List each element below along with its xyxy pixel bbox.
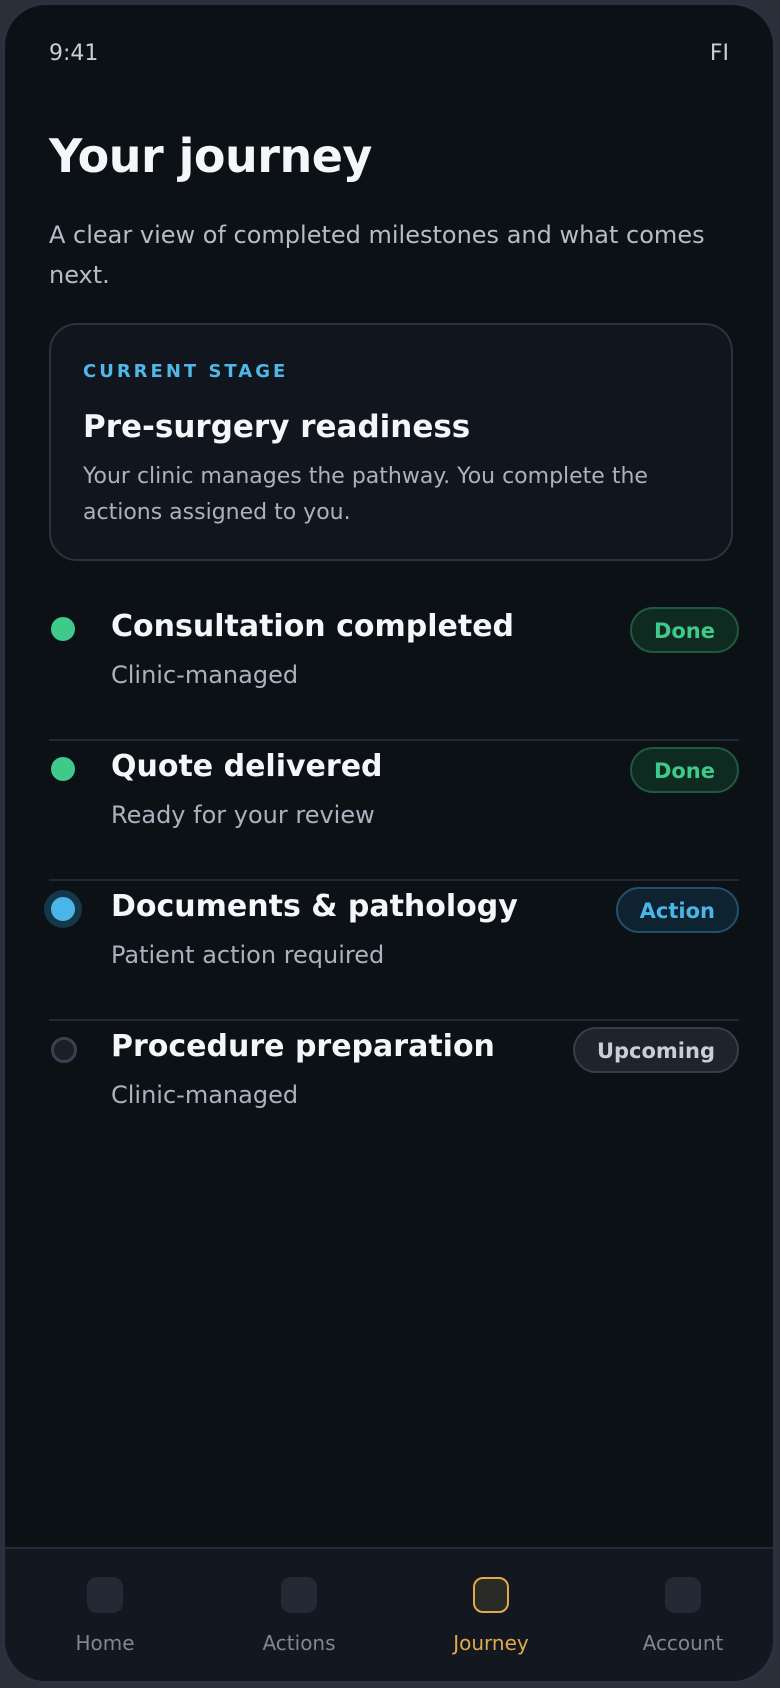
milestone-consultation[interactable]: Consultation completed Clinic-managed Do… [49,601,739,741]
status-time: 9:41 [49,41,99,66]
milestone-title: Procedure preparation [111,1029,495,1064]
status-badge: Upcoming [572,1027,739,1073]
status-dot-done-icon [51,757,75,781]
nav-item-account[interactable]: Account [603,1577,763,1673]
nav-item-actions[interactable]: Actions [219,1577,379,1673]
actions-icon [281,1577,317,1613]
milestone-subtitle: Clinic-managed [111,1081,299,1109]
milestone-subtitle: Clinic-managed [111,661,299,689]
nav-item-home[interactable]: Home [25,1577,185,1673]
journey-icon [473,1577,509,1613]
status-badge[interactable]: Action [615,887,739,933]
bottom-nav: Home Actions Journey Account [5,1547,773,1681]
status-dot-action-icon [51,897,75,921]
milestone-subtitle: Ready for your review [111,801,375,829]
nav-label: Journey [453,1631,529,1655]
current-stage-description: Your clinic manages the pathway. You com… [83,464,648,525]
milestone-documents[interactable]: Documents & pathology Patient action req… [49,881,739,1021]
page-subtitle: A clear view of completed milestones and… [49,221,705,289]
milestone-list: Consultation completed Clinic-managed Do… [49,601,739,1159]
home-icon [87,1577,123,1613]
current-stage-label: CURRENT STAGE [83,361,289,382]
milestone-procedure[interactable]: Procedure preparation Clinic-managed Upc… [49,1021,739,1159]
current-stage-title: Pre-surgery readiness [83,409,471,445]
status-indicator: FI [709,41,729,66]
status-dot-done-icon [51,617,75,641]
nav-item-journey[interactable]: Journey [411,1577,571,1673]
page-title: Your journey [49,129,372,183]
nav-label: Home [75,1631,135,1655]
milestone-title: Documents & pathology [111,889,518,924]
status-bar: 9:41 FI [5,41,773,71]
milestone-quote[interactable]: Quote delivered Ready for your review Do… [49,741,739,881]
status-dot-upcoming-icon [51,1037,77,1063]
nav-label: Actions [262,1631,336,1655]
status-badge: Done [629,747,739,793]
current-stage-card: CURRENT STAGE Pre-surgery readiness Your… [49,323,733,561]
milestone-title: Quote delivered [111,749,383,784]
phone-frame: 9:41 FI Your journey A clear view of com… [2,2,776,1684]
milestone-subtitle: Patient action required [111,941,385,969]
milestone-title: Consultation completed [111,609,515,644]
account-icon [665,1577,701,1613]
status-badge: Done [629,607,739,653]
nav-label: Account [642,1631,724,1655]
